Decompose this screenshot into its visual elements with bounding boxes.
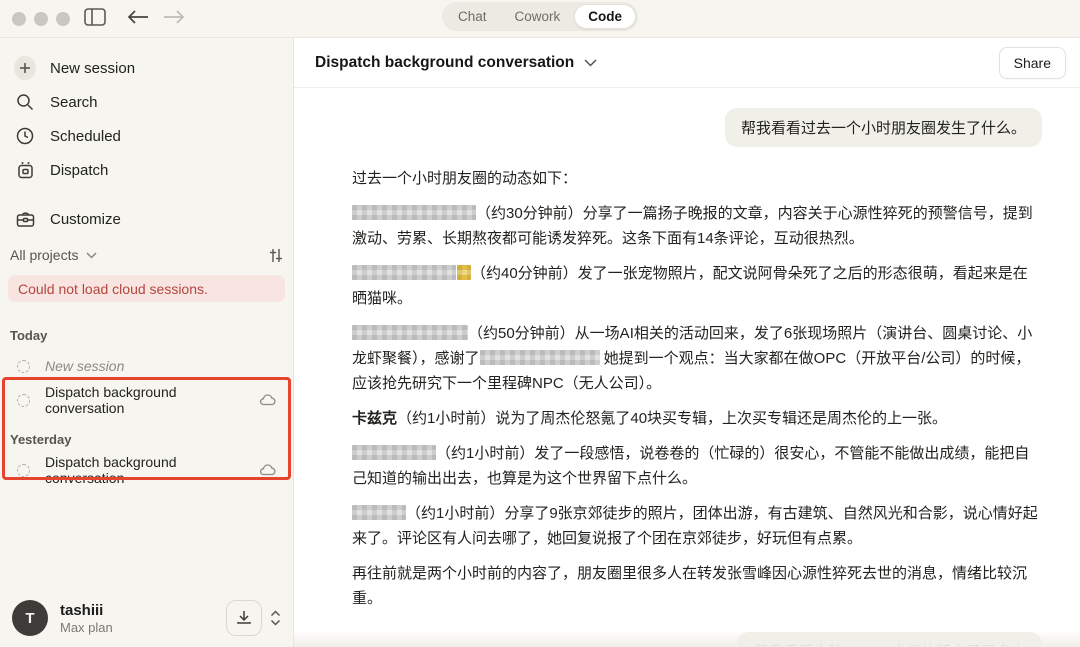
download-icon <box>236 610 252 626</box>
clock-icon <box>14 127 36 145</box>
forward-arrow-icon[interactable] <box>162 9 186 25</box>
window-controls <box>12 12 70 26</box>
session-label: Dispatch background conversation <box>45 384 247 416</box>
assistant-paragraph: （约50分钟前）从一场AI相关的活动回来，发了6张现场照片（演讲台、圆桌讨论、小… <box>352 321 1042 396</box>
projects-filter-label[interactable]: All projects <box>10 247 78 263</box>
cloud-icon <box>259 394 276 406</box>
session-group-header: Yesterday <box>10 432 71 447</box>
tab-chat[interactable]: Chat <box>444 5 501 28</box>
contact-name: 卡兹克 <box>352 410 397 427</box>
customize-icon <box>14 211 36 228</box>
assistant-paragraph: （约1小时前）分享了9张京郊徒步的照片，团体出游，有古建筑、自然风光和合影，说心… <box>352 501 1042 551</box>
session-status-icon <box>17 394 30 407</box>
sidebar-item-dispatch[interactable]: Dispatch <box>10 154 280 186</box>
assistant-message: 过去一个小时朋友圈的动态如下： （约30分钟前）分享了一篇扬子晚报的文章，内容关于… <box>352 166 1042 611</box>
chat-transcript: 帮我看看过去一个小时朋友圈发生了什么。 过去一个小时朋友圈的动态如下： （约30分… <box>294 88 1080 647</box>
cloud-sessions-error-banner: Could not load cloud sessions. <box>8 275 285 302</box>
sidebar-item-search[interactable]: Search <box>10 86 280 118</box>
cloud-icon <box>259 464 276 476</box>
assistant-paragraph: 再往前就是两个小时前的内容了，朋友圈里很多人在转发张雪峰因心源性猝死去世的消息，… <box>352 561 1042 611</box>
session-label: New session <box>45 358 124 374</box>
sidebar-item-scheduled[interactable]: Scheduled <box>10 120 280 152</box>
user-message: 帮我看看过去一个小时朋友圈发生了什么。 <box>725 108 1042 147</box>
chevron-down-icon <box>584 59 597 67</box>
conversation-title: Dispatch background conversation <box>315 54 574 72</box>
session-list-item[interactable]: Dispatch background conversation <box>10 386 284 414</box>
plus-icon <box>14 56 36 80</box>
redacted-name <box>352 325 468 340</box>
window-minimize-button[interactable] <box>34 12 48 26</box>
user-name: tashiii <box>60 602 113 619</box>
sidebar-item-new-session[interactable]: New session <box>10 52 280 84</box>
sidebar-item-label: New session <box>50 60 135 77</box>
download-button[interactable] <box>226 600 262 636</box>
projects-filter-row: All projects <box>10 247 284 263</box>
sidebar-item-label: Scheduled <box>50 128 121 145</box>
window-close-button[interactable] <box>12 12 26 26</box>
sidebar-item-label: Search <box>50 94 98 111</box>
session-group-header: Today <box>10 328 47 343</box>
assistant-paragraph: （约40分钟前）发了一张宠物照片，配文说阿骨朵死了之后的形态很萌，看起来是在晒猫… <box>352 261 1042 311</box>
assistant-paragraph: （约30分钟前）分享了一篇扬子晚报的文章，内容关于心源性猝死的预警信号，提到激动… <box>352 201 1042 251</box>
main-panel: Dispatch background conversation Share 帮… <box>294 38 1080 647</box>
sidebar-item-label: Customize <box>50 211 121 228</box>
dispatch-icon <box>14 161 36 179</box>
redacted-name <box>352 445 436 460</box>
composer-edge-fade <box>294 631 1080 647</box>
sidebar-toggle-icon[interactable] <box>84 8 106 26</box>
sidebar-item-customize[interactable]: Customize <box>10 203 280 235</box>
tab-code[interactable]: Code <box>574 4 636 29</box>
redacted-name <box>352 265 456 280</box>
session-status-icon <box>17 464 30 477</box>
conversation-header: Dispatch background conversation Share <box>294 38 1080 88</box>
tab-cowork[interactable]: Cowork <box>501 5 575 28</box>
session-list-item[interactable]: New session <box>10 352 284 380</box>
share-button[interactable]: Share <box>999 47 1066 79</box>
search-icon <box>14 93 36 111</box>
chevron-down-icon[interactable] <box>86 252 97 259</box>
window-zoom-button[interactable] <box>56 12 70 26</box>
mode-tabs: Chat Cowork Code <box>442 2 638 31</box>
redacted-name-highlight <box>457 265 471 280</box>
session-list-item[interactable]: Dispatch background conversation <box>10 456 284 484</box>
redacted-name <box>480 350 600 365</box>
redacted-name <box>352 205 476 220</box>
assistant-paragraph: （约1小时前）发了一段感悟，说卷卷的（忙碌的）很安心，不管能不能做出成绩，能把自… <box>352 441 1042 491</box>
assistant-paragraph: 过去一个小时朋友圈的动态如下： <box>352 166 1042 191</box>
sidebar-item-label: Dispatch <box>50 162 108 179</box>
session-label: Dispatch background conversation <box>45 454 247 486</box>
window-titlebar: Chat Cowork Code <box>0 0 1080 38</box>
avatar[interactable]: T <box>12 600 48 636</box>
account-switcher-button[interactable] <box>270 610 281 626</box>
sidebar: New session Search Scheduled Dispatch Custom… <box>0 38 294 647</box>
filter-sliders-icon[interactable] <box>268 248 284 263</box>
conversation-title-dropdown[interactable]: Dispatch background conversation <box>315 54 597 72</box>
session-status-icon <box>17 360 30 373</box>
account-area: T tashiii Max plan <box>0 589 293 647</box>
redacted-name <box>352 505 406 520</box>
assistant-paragraph: 卡兹克（约1小时前）说为了周杰伦怒氪了40块买专辑，上次买专辑还是周杰伦的上一张… <box>352 406 1042 431</box>
back-arrow-icon[interactable] <box>126 9 150 25</box>
up-down-chevrons-icon <box>270 610 281 626</box>
user-plan: Max plan <box>60 620 113 635</box>
